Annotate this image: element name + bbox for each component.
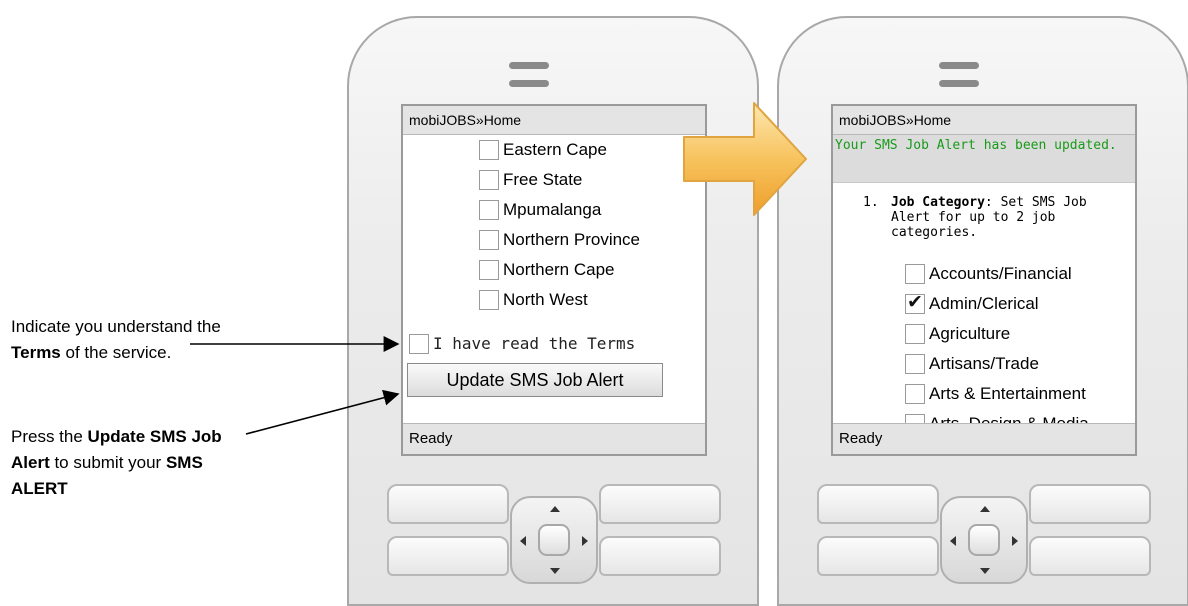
province-option[interactable]: Mpumalanga — [479, 197, 601, 223]
dpad-up-icon[interactable] — [980, 506, 990, 512]
terms-label: I have read the Terms — [433, 334, 636, 353]
dpad-left-icon[interactable] — [520, 536, 526, 546]
left-call-key[interactable] — [817, 536, 939, 576]
dpad-down-icon[interactable] — [980, 568, 990, 574]
left-call-key[interactable] — [387, 536, 509, 576]
province-checkbox[interactable] — [479, 169, 499, 190]
flow-arrow-icon — [683, 102, 807, 216]
category-option[interactable]: Agriculture — [905, 321, 1010, 347]
left-softkey[interactable] — [817, 484, 939, 524]
right-call-key[interactable] — [1029, 536, 1151, 576]
checkmark-icon[interactable] — [905, 290, 925, 316]
province-option[interactable]: Northern Cape — [479, 257, 615, 283]
status-bar: Ready — [833, 423, 1135, 454]
category-option[interactable]: Arts & Entertainment — [905, 381, 1086, 407]
category-option[interactable]: Accounts/Financial — [905, 261, 1072, 287]
phone-right: mobiJOBS»Home Your SMS Job Alert has bee… — [777, 16, 1188, 606]
dpad-select-button[interactable] — [968, 524, 1000, 556]
terms-keyword: Terms — [11, 343, 61, 362]
category-checkbox[interactable] — [905, 383, 925, 404]
province-checkbox[interactable] — [479, 229, 499, 250]
category-option[interactable]: Arts, Design & Media — [905, 411, 1089, 423]
right-softkey[interactable] — [1029, 484, 1151, 524]
update-sms-job-alert-button[interactable]: Update SMS Job Alert — [407, 363, 663, 397]
category-checkbox[interactable] — [905, 263, 925, 284]
left-softkey[interactable] — [387, 484, 509, 524]
category-checkbox[interactable] — [905, 323, 925, 344]
province-option[interactable]: Eastern Cape — [479, 137, 607, 163]
terms-instruction: Indicate you understand the Terms of the… — [11, 317, 221, 362]
phone-screen-right: mobiJOBS»Home Your SMS Job Alert has bee… — [831, 104, 1137, 456]
dpad-select-button[interactable] — [538, 524, 570, 556]
phone-screen-left: mobiJOBS»Home Eastern Cape Free State Mp… — [401, 104, 707, 456]
success-message: Your SMS Job Alert has been updated. — [833, 135, 1135, 183]
province-checkbox[interactable] — [479, 199, 499, 220]
category-option[interactable]: Artisans/Trade — [905, 351, 1039, 377]
category-option[interactable]: Admin/Clerical — [905, 290, 1039, 317]
province-option[interactable]: Northern Province — [479, 227, 640, 253]
navigation-pad[interactable] — [940, 496, 1028, 584]
province-checkbox[interactable] — [479, 289, 499, 310]
right-softkey[interactable] — [599, 484, 721, 524]
dpad-right-icon[interactable] — [582, 536, 588, 546]
status-bar: Ready — [403, 423, 705, 454]
speaker-grille — [939, 56, 1027, 87]
category-checkbox[interactable] — [905, 413, 925, 423]
province-checkbox[interactable] — [479, 139, 499, 160]
dpad-down-icon[interactable] — [550, 568, 560, 574]
province-option[interactable]: Free State — [479, 167, 582, 193]
dpad-right-icon[interactable] — [1012, 536, 1018, 546]
terms-checkbox[interactable] — [409, 333, 429, 354]
terms-agreement[interactable]: I have read the Terms — [409, 331, 635, 357]
category-checkbox[interactable] — [905, 353, 925, 374]
province-option[interactable]: North West — [479, 287, 588, 313]
province-checkbox[interactable] — [479, 259, 499, 280]
speaker-grille — [509, 56, 597, 87]
screen-content: Eastern Cape Free State Mpumalanga North… — [403, 135, 705, 423]
submit-instruction: Press the Update SMS Job Alert to submit… — [11, 427, 222, 498]
screen-content: Your SMS Job Alert has been updated. 1. … — [833, 135, 1135, 423]
job-category-heading: Job Category — [891, 195, 985, 210]
title-bar: mobiJOBS»Home — [833, 106, 1135, 135]
title-bar: mobiJOBS»Home — [403, 106, 705, 135]
right-call-key[interactable] — [599, 536, 721, 576]
navigation-pad[interactable] — [510, 496, 598, 584]
dpad-left-icon[interactable] — [950, 536, 956, 546]
dpad-up-icon[interactable] — [550, 506, 560, 512]
